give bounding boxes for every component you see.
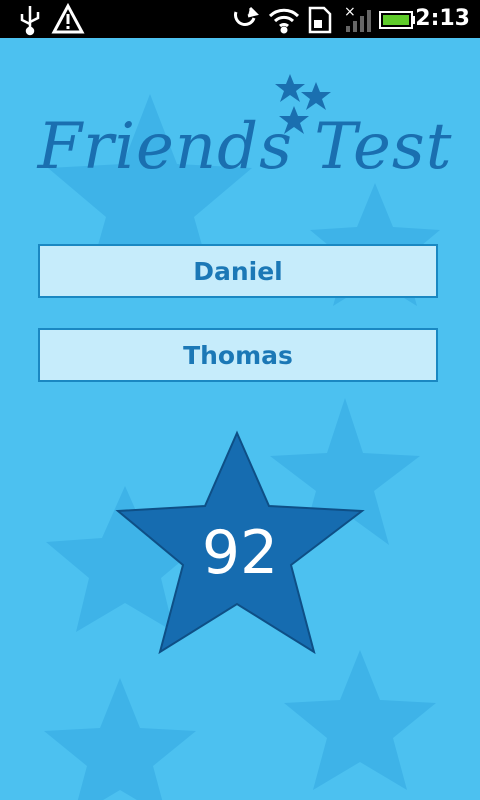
app-title: Friends Test [37,110,453,184]
clock: 2:13 [415,6,470,31]
score-value: 92 [201,518,279,588]
battery-icon [379,11,415,29]
name-field-1[interactable]: Daniel [38,244,438,298]
warning-icon [51,2,85,34]
svg-text:×: × [344,4,356,20]
signal-icon: × [344,4,371,32]
usb-icon [20,6,40,36]
sync-icon [234,6,259,26]
sd-card-icon [308,6,332,34]
name-field-2[interactable]: Thomas [38,328,438,382]
wifi-icon [268,8,300,34]
status-bar: × 2:13 [0,0,480,38]
